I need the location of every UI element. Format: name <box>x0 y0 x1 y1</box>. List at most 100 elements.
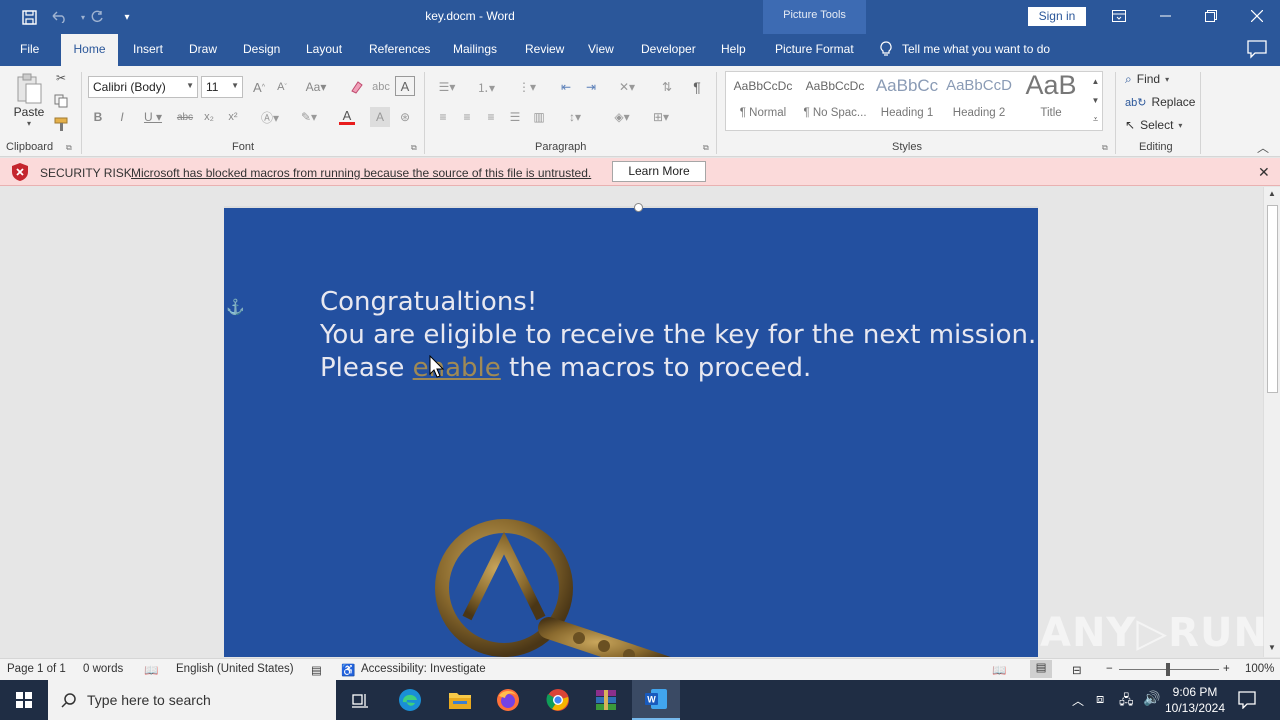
tab-view[interactable]: View <box>588 42 614 56</box>
asian-layout-icon[interactable]: ✕▾ <box>612 77 642 97</box>
zoom-in-icon[interactable]: + <box>1223 663 1230 675</box>
clipboard-launcher-icon[interactable]: ⧉ <box>66 143 72 153</box>
bold-icon[interactable]: B <box>88 107 108 127</box>
strikethrough-icon[interactable]: abc <box>174 107 196 127</box>
font-color-button[interactable]: A <box>331 107 363 127</box>
read-mode-icon[interactable]: 📖 <box>992 663 1006 677</box>
select-button[interactable]: ↖ Select ▾ <box>1125 115 1189 135</box>
subscript-icon[interactable]: x₂ <box>199 107 219 127</box>
phonetic-guide-icon[interactable]: abc <box>370 77 392 97</box>
underline-icon[interactable]: U ▾ <box>136 107 170 127</box>
chrome-icon[interactable] <box>534 680 582 720</box>
cut-icon[interactable]: ✂ <box>52 68 70 88</box>
customize-qat-icon[interactable]: ▾ <box>114 6 140 28</box>
restore-icon[interactable] <box>1188 0 1234 32</box>
paste-button[interactable]: Paste ▾ <box>12 70 46 130</box>
decrease-indent-icon[interactable]: ⇤ <box>555 77 577 97</box>
page-count[interactable]: Page 1 of 1 <box>7 663 66 675</box>
volume-icon[interactable]: 🔊 <box>1143 690 1160 707</box>
shading-icon[interactable]: ◈▾ <box>606 107 638 127</box>
system-clock[interactable]: 9:06 PM 10/13/2024 <box>1160 684 1230 716</box>
paste-dropdown-icon[interactable]: ▾ <box>27 119 31 128</box>
styles-launcher-icon[interactable]: ⧉ <box>1102 143 1108 153</box>
font-launcher-icon[interactable]: ⧉ <box>411 143 417 153</box>
font-family-select[interactable]: Calibri (Body) ▼ <box>88 76 198 98</box>
change-case-icon[interactable]: Aa▾ <box>300 77 332 97</box>
style-normal[interactable]: AaBbCcDc ¶ Normal <box>729 74 797 124</box>
character-shading-icon[interactable]: A <box>370 107 390 127</box>
shrink-font-icon[interactable]: Aˇ <box>272 77 292 97</box>
edge-icon[interactable] <box>386 680 434 720</box>
zoom-level[interactable]: 100% <box>1245 663 1274 675</box>
styles-scroll-up-icon[interactable]: ▲ <box>1089 72 1102 90</box>
style-title[interactable]: AaB Title <box>1017 70 1085 124</box>
paragraph-launcher-icon[interactable]: ⧉ <box>703 143 709 153</box>
save-icon[interactable] <box>16 6 42 28</box>
proofing-icon[interactable]: 📖 <box>144 663 158 677</box>
collapse-ribbon-icon[interactable]: ︿ <box>1257 139 1269 156</box>
zoom-out-icon[interactable]: − <box>1106 663 1113 675</box>
justify-icon[interactable]: ☰ <box>505 107 525 127</box>
scroll-down-icon[interactable]: ▼ <box>1268 643 1276 652</box>
print-layout-icon[interactable]: ▤ <box>1030 660 1052 678</box>
tab-design[interactable]: Design <box>243 42 280 56</box>
tab-layout[interactable]: Layout <box>306 42 342 56</box>
security-message[interactable]: Microsoft has blocked macros from runnin… <box>131 166 591 180</box>
replace-button[interactable]: ab↻ Replace <box>1125 92 1195 112</box>
grow-font-icon[interactable]: A ^ <box>249 77 269 97</box>
macro-recording-icon[interactable]: ▤ <box>311 663 322 677</box>
show-formatting-marks-icon[interactable]: ¶ <box>686 77 708 97</box>
close-icon[interactable] <box>1234 0 1280 32</box>
format-painter-icon[interactable] <box>52 114 70 134</box>
copy-icon[interactable] <box>52 91 70 111</box>
tab-home[interactable]: Home <box>61 34 118 66</box>
tab-mailings[interactable]: Mailings <box>453 42 497 56</box>
vertical-scrollbar[interactable]: ▲ ▼ <box>1263 187 1280 657</box>
firefox-icon[interactable] <box>484 680 532 720</box>
multilevel-list-icon[interactable]: ⋮▾ <box>511 77 543 97</box>
sign-in-button[interactable]: Sign in <box>1028 7 1086 26</box>
tab-developer[interactable]: Developer <box>641 42 696 56</box>
styles-more-icon[interactable]: ⩡ <box>1089 110 1102 128</box>
word-count[interactable]: 0 words <box>83 663 123 675</box>
scroll-up-icon[interactable]: ▲ <box>1268 189 1276 198</box>
close-icon[interactable]: ✕ <box>1258 164 1270 181</box>
clear-formatting-icon[interactable] <box>345 77 367 97</box>
minimize-icon[interactable] <box>1142 0 1188 32</box>
tab-references[interactable]: References <box>369 42 430 56</box>
tab-picture-format[interactable]: Picture Format <box>775 42 854 56</box>
numbering-icon[interactable]: ⒈▾ <box>471 77 501 97</box>
style-no-spacing[interactable]: AaBbCcDc ¶ No Spac... <box>801 74 869 124</box>
learn-more-button[interactable]: Learn More <box>612 161 706 182</box>
tell-me-search[interactable]: Tell me what you want to do <box>880 41 1050 57</box>
style-heading-1[interactable]: AaBbCc Heading 1 <box>873 74 941 124</box>
text-effects-icon[interactable]: Ⓐ▾ <box>254 107 286 127</box>
chevron-up-icon[interactable]: ︿ <box>1072 692 1084 709</box>
font-size-select[interactable]: 11 ▼ <box>201 76 243 98</box>
task-view-icon[interactable] <box>336 680 384 720</box>
comments-icon[interactable] <box>1246 39 1268 59</box>
tab-review[interactable]: Review <box>525 42 564 56</box>
undo-icon[interactable] <box>46 6 72 28</box>
network-icon[interactable]: 🖧 <box>1119 691 1134 713</box>
tab-help[interactable]: Help <box>721 42 746 56</box>
winrar-icon[interactable] <box>582 680 630 720</box>
italic-icon[interactable]: I <box>112 107 132 127</box>
increase-indent-icon[interactable]: ⇥ <box>580 77 602 97</box>
tab-insert[interactable]: Insert <box>133 42 163 56</box>
start-button[interactable] <box>0 680 48 720</box>
document-page[interactable]: Congratualtions! You are eligible to rec… <box>224 203 1038 657</box>
taskbar-search[interactable]: Type here to search <box>48 680 336 720</box>
rotate-handle[interactable] <box>634 203 643 212</box>
find-button[interactable]: ⌕ Find ▾ <box>1125 69 1187 89</box>
distributed-icon[interactable]: ▥ <box>529 107 549 127</box>
styles-scroll-down-icon[interactable]: ▼ <box>1089 91 1102 109</box>
document-canvas[interactable]: Congratualtions! You are eligible to rec… <box>0 187 1263 657</box>
file-explorer-icon[interactable] <box>436 680 484 720</box>
line-spacing-icon[interactable]: ↕▾ <box>558 107 592 127</box>
borders-icon[interactable]: ⊞▾ <box>644 107 678 127</box>
sort-icon[interactable]: ⇅ <box>656 77 678 97</box>
align-left-icon[interactable]: ≡ <box>433 107 453 127</box>
superscript-icon[interactable]: x² <box>223 107 243 127</box>
ribbon-display-options-icon[interactable] <box>1096 0 1142 32</box>
